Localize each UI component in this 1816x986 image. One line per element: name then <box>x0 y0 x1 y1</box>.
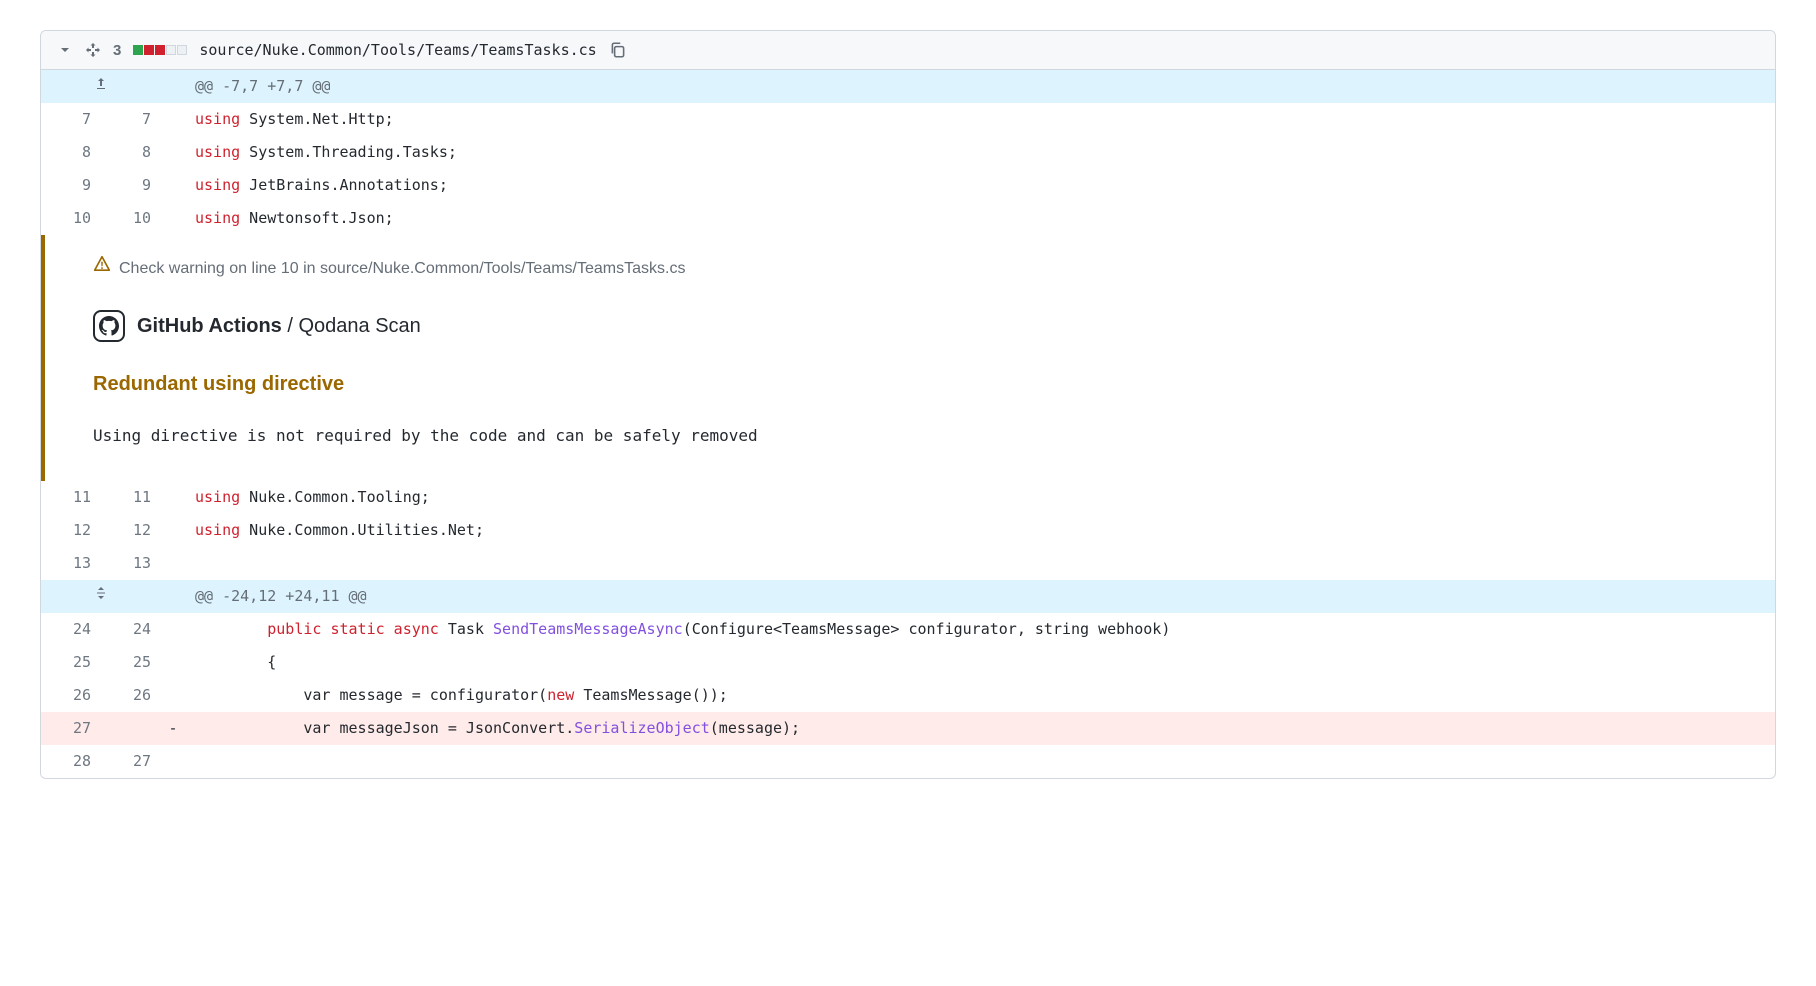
expand-both-icon[interactable] <box>41 580 161 613</box>
diff-table: @@ -7,7 +7,7 @@ 77 using System.Net.Http;… <box>41 70 1775 778</box>
old-line-num[interactable]: 7 <box>41 103 101 136</box>
code <box>185 547 1775 580</box>
annotation-header-text: Check warning on line 10 in source/Nuke.… <box>119 251 685 286</box>
new-line-num[interactable]: 8 <box>101 136 161 169</box>
code <box>185 745 1775 778</box>
diff-stat-square <box>144 45 154 55</box>
github-icon <box>93 310 125 342</box>
diff-line: 2525 { <box>41 646 1775 679</box>
old-line-num[interactable]: 12 <box>41 514 101 547</box>
hunk-text: @@ -24,12 +24,11 @@ <box>185 580 1775 613</box>
annotation-title: Redundant using directive <box>93 362 1755 406</box>
old-line-num[interactable]: 8 <box>41 136 101 169</box>
expand-up-icon[interactable] <box>41 70 161 103</box>
new-line-num[interactable]: 10 <box>101 202 161 235</box>
old-line-num[interactable]: 26 <box>41 679 101 712</box>
diff-stat <box>133 45 187 55</box>
annotation-description: Using directive is not required by the c… <box>93 418 1755 453</box>
new-line-num[interactable]: 11 <box>101 481 161 514</box>
annotation: Check warning on line 10 in source/Nuke.… <box>41 235 1775 481</box>
old-line-num[interactable]: 27 <box>41 712 101 745</box>
new-line-num[interactable]: 27 <box>101 745 161 778</box>
code: public static async Task SendTeamsMessag… <box>185 613 1775 646</box>
diff-line: 1212 using Nuke.Common.Utilities.Net; <box>41 514 1775 547</box>
change-count: 3 <box>113 42 121 59</box>
code: var messageJson = JsonConvert.SerializeO… <box>185 712 1775 745</box>
code: using JetBrains.Annotations; <box>185 169 1775 202</box>
annotation-source: GitHub Actions / Qodana Scan <box>93 304 1755 348</box>
copy-icon[interactable] <box>609 41 627 59</box>
annotation-header: Check warning on line 10 in source/Nuke.… <box>93 251 1755 286</box>
chevron-down-icon[interactable] <box>57 42 73 58</box>
code: var message = configurator(new TeamsMess… <box>185 679 1775 712</box>
warning-icon <box>93 251 111 286</box>
old-line-num[interactable]: 25 <box>41 646 101 679</box>
diff-line-deleted: 27 - var messageJson = JsonConvert.Serial… <box>41 712 1775 745</box>
new-line-num[interactable] <box>101 712 161 745</box>
hunk-text: @@ -7,7 +7,7 @@ <box>185 70 1775 103</box>
old-line-num[interactable]: 13 <box>41 547 101 580</box>
diff-line: 99 using JetBrains.Annotations; <box>41 169 1775 202</box>
old-line-num[interactable]: 28 <box>41 745 101 778</box>
new-line-num[interactable]: 7 <box>101 103 161 136</box>
diff-line: 2827 <box>41 745 1775 778</box>
diff-stat-square <box>133 45 143 55</box>
code: using Nuke.Common.Utilities.Net; <box>185 514 1775 547</box>
new-line-num[interactable]: 13 <box>101 547 161 580</box>
expand-all-icon[interactable] <box>85 42 101 58</box>
diff-file: 3 source/Nuke.Common/Tools/Teams/TeamsTa… <box>40 30 1776 779</box>
new-line-num[interactable]: 26 <box>101 679 161 712</box>
diff-line: 2424 public static async Task SendTeamsM… <box>41 613 1775 646</box>
code: using System.Net.Http; <box>185 103 1775 136</box>
new-line-num[interactable]: 12 <box>101 514 161 547</box>
diff-line: 1111 using Nuke.Common.Tooling; <box>41 481 1775 514</box>
old-line-num[interactable]: 24 <box>41 613 101 646</box>
diff-marker: - <box>161 712 185 745</box>
code: using System.Threading.Tasks; <box>185 136 1775 169</box>
file-header: 3 source/Nuke.Common/Tools/Teams/TeamsTa… <box>41 31 1775 70</box>
hunk-header: @@ -24,12 +24,11 @@ <box>41 580 1775 613</box>
diff-line: 77 using System.Net.Http; <box>41 103 1775 136</box>
hunk-header: @@ -7,7 +7,7 @@ <box>41 70 1775 103</box>
old-line-num[interactable]: 10 <box>41 202 101 235</box>
diff-line: 88 using System.Threading.Tasks; <box>41 136 1775 169</box>
diff-line: 2626 var message = configurator(new Team… <box>41 679 1775 712</box>
diff-line: 1313 <box>41 547 1775 580</box>
old-line-num[interactable]: 9 <box>41 169 101 202</box>
code: using Nuke.Common.Tooling; <box>185 481 1775 514</box>
diff-stat-square <box>155 45 165 55</box>
new-line-num[interactable]: 9 <box>101 169 161 202</box>
new-line-num[interactable]: 25 <box>101 646 161 679</box>
file-path[interactable]: source/Nuke.Common/Tools/Teams/TeamsTask… <box>199 41 596 59</box>
new-line-num[interactable]: 24 <box>101 613 161 646</box>
diff-line: 1010 using Newtonsoft.Json; <box>41 202 1775 235</box>
diff-stat-square <box>166 45 176 55</box>
diff-stat-square <box>177 45 187 55</box>
old-line-num[interactable]: 11 <box>41 481 101 514</box>
code: using Newtonsoft.Json; <box>185 202 1775 235</box>
code: { <box>185 646 1775 679</box>
